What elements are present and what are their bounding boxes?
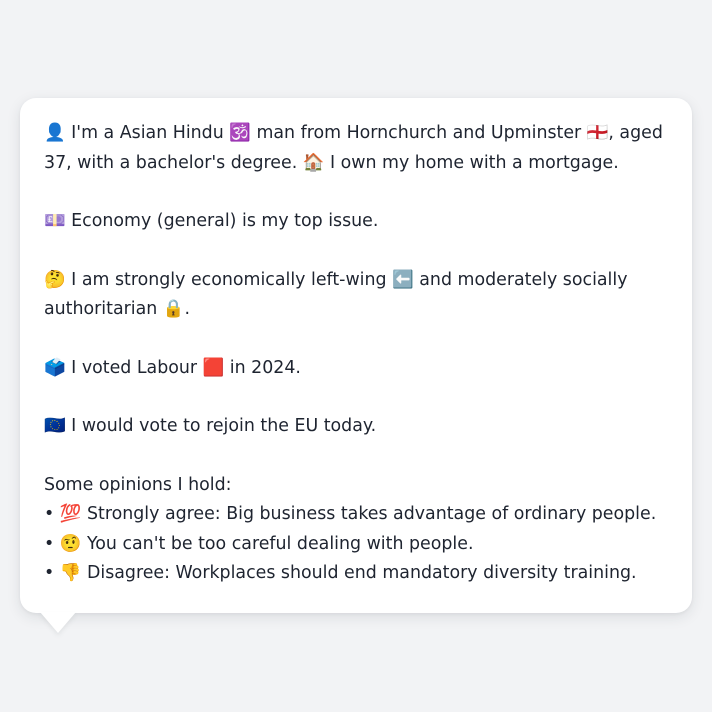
intro-text: 👤 I'm a Asian Hindu 🕉️ man from Hornchur…: [44, 123, 663, 173]
list-item: • 🤨 You can't be too careful dealing wit…: [44, 533, 474, 554]
ideology-text: 🤔 I am strongly economically left-wing ⬅…: [44, 269, 628, 320]
chat-page: 👤 I'm a Asian Hindu 🕉️ man from Hornchur…: [0, 0, 712, 712]
top-issue-text: 💷 Economy (general) is my top issue.: [44, 211, 379, 231]
opinions-list: • 💯 Strongly agree: Big business takes a…: [44, 500, 668, 589]
bubble-tail: [40, 612, 76, 633]
opinions-section: Some opinions I hold: • 💯 Strongly agree…: [44, 471, 668, 589]
list-item: • 👎 Disagree: Workplaces should end mand…: [44, 563, 637, 583]
eu-text: 🇪🇺 I would vote to rejoin the EU today.: [44, 416, 377, 436]
vote-text: 🗳️ I voted Labour 🟥 in 2024.: [44, 357, 301, 378]
list-item: • 💯 Strongly agree: Big business takes a…: [44, 504, 657, 524]
opinions-title: Some opinions I hold:: [44, 474, 232, 495]
message-bubble: 👤 I'm a Asian Hindu 🕉️ man from Hornchur…: [20, 98, 692, 613]
